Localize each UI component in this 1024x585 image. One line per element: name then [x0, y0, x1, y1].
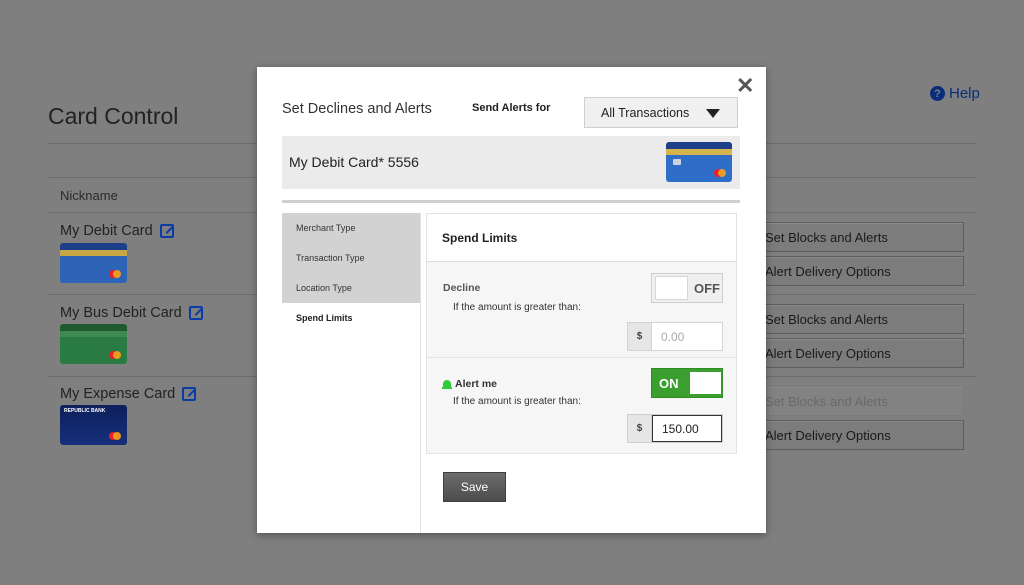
currency-label: $	[628, 415, 652, 442]
nickname-header: Nickname	[60, 188, 118, 203]
alert-delivery-button[interactable]: Alert Delivery Options	[756, 256, 964, 286]
set-blocks-button[interactable]: Set Blocks and Alerts	[756, 222, 964, 252]
page-title: Card Control	[48, 103, 179, 129]
tab-merchant-type[interactable]: Merchant Type	[282, 213, 420, 243]
alert-subtitle: If the amount is greater than:	[453, 396, 581, 407]
card-bank-text: REPUBLIC BANK	[64, 408, 106, 414]
alert-title-label: Alert me	[455, 378, 498, 390]
section-divider	[282, 200, 740, 203]
decline-amount-field: $ 0.00	[627, 322, 723, 351]
save-button[interactable]: Save	[443, 472, 506, 502]
control-tabs: Merchant Type Transaction Type Location …	[282, 213, 421, 533]
card-name-debit: My Debit Card	[60, 223, 174, 239]
card-name-bus-debit: My Bus Debit Card	[60, 305, 203, 321]
declines-alerts-modal: ✕ Set Declines and Alerts Send Alerts fo…	[257, 67, 766, 533]
decline-amount-input[interactable]: 0.00	[652, 323, 722, 350]
card-thumbnail: REPUBLIC BANK	[60, 405, 127, 445]
edit-icon[interactable]	[182, 387, 197, 401]
decline-toggle[interactable]: OFF	[651, 273, 723, 303]
toggle-label: ON	[659, 375, 679, 391]
card-name-label: My Debit Card	[60, 223, 153, 239]
edit-icon[interactable]	[188, 306, 203, 320]
set-blocks-button[interactable]: Set Blocks and Alerts	[756, 304, 964, 334]
toggle-knob	[655, 276, 688, 300]
alert-rule: Alert me If the amount is greater than: …	[426, 358, 737, 454]
card-name-label: My Bus Debit Card	[60, 305, 182, 321]
tab-location-type[interactable]: Location Type	[282, 273, 420, 303]
alert-delivery-button[interactable]: Alert Delivery Options	[756, 338, 964, 368]
selected-card-label: My Debit Card* 5556	[289, 154, 419, 170]
modal-title: Set Declines and Alerts	[282, 101, 432, 117]
help-icon: ?	[930, 86, 945, 101]
chip-icon	[673, 159, 681, 165]
card-name-label: My Expense Card	[60, 386, 176, 402]
card-thumbnail	[60, 243, 127, 283]
tab-transaction-type[interactable]: Transaction Type	[282, 243, 420, 273]
set-blocks-button: Set Blocks and Alerts	[756, 386, 964, 416]
currency-label: $	[628, 323, 652, 350]
tab-spend-limits[interactable]: Spend Limits	[282, 303, 420, 333]
alert-title: Alert me	[442, 378, 498, 390]
toggle-label: OFF	[694, 280, 720, 296]
send-alerts-label: Send Alerts for	[472, 102, 551, 114]
help-link[interactable]: ? Help	[930, 85, 980, 102]
decline-rule: Decline If the amount is greater than: O…	[426, 262, 737, 358]
selected-card-banner: My Debit Card* 5556	[282, 136, 740, 189]
panel-title: Spend Limits	[426, 213, 737, 262]
alert-amount-field: $ 150.00	[627, 414, 723, 443]
chevron-down-icon	[706, 109, 720, 118]
card-image	[666, 142, 732, 182]
mastercard-icon	[109, 270, 121, 278]
spend-limits-panel: Spend Limits Decline If the amount is gr…	[426, 213, 737, 454]
mastercard-icon	[714, 169, 726, 177]
decline-subtitle: If the amount is greater than:	[453, 302, 581, 313]
toggle-knob	[689, 372, 721, 394]
card-name-expense: My Expense Card	[60, 386, 197, 402]
alert-delivery-button[interactable]: Alert Delivery Options	[756, 420, 964, 450]
alert-toggle[interactable]: ON	[651, 368, 723, 398]
alert-amount-input[interactable]: 150.00	[652, 415, 722, 442]
send-alerts-dropdown[interactable]: All Transactions	[584, 97, 738, 128]
help-label: Help	[949, 85, 980, 102]
bell-icon	[442, 379, 452, 389]
decline-title: Decline	[443, 282, 481, 294]
send-alerts-value: All Transactions	[601, 105, 690, 120]
mastercard-icon	[109, 432, 121, 440]
close-icon[interactable]: ✕	[736, 75, 754, 97]
edit-icon[interactable]	[159, 224, 174, 238]
card-thumbnail	[60, 324, 127, 364]
mastercard-icon	[109, 351, 121, 359]
